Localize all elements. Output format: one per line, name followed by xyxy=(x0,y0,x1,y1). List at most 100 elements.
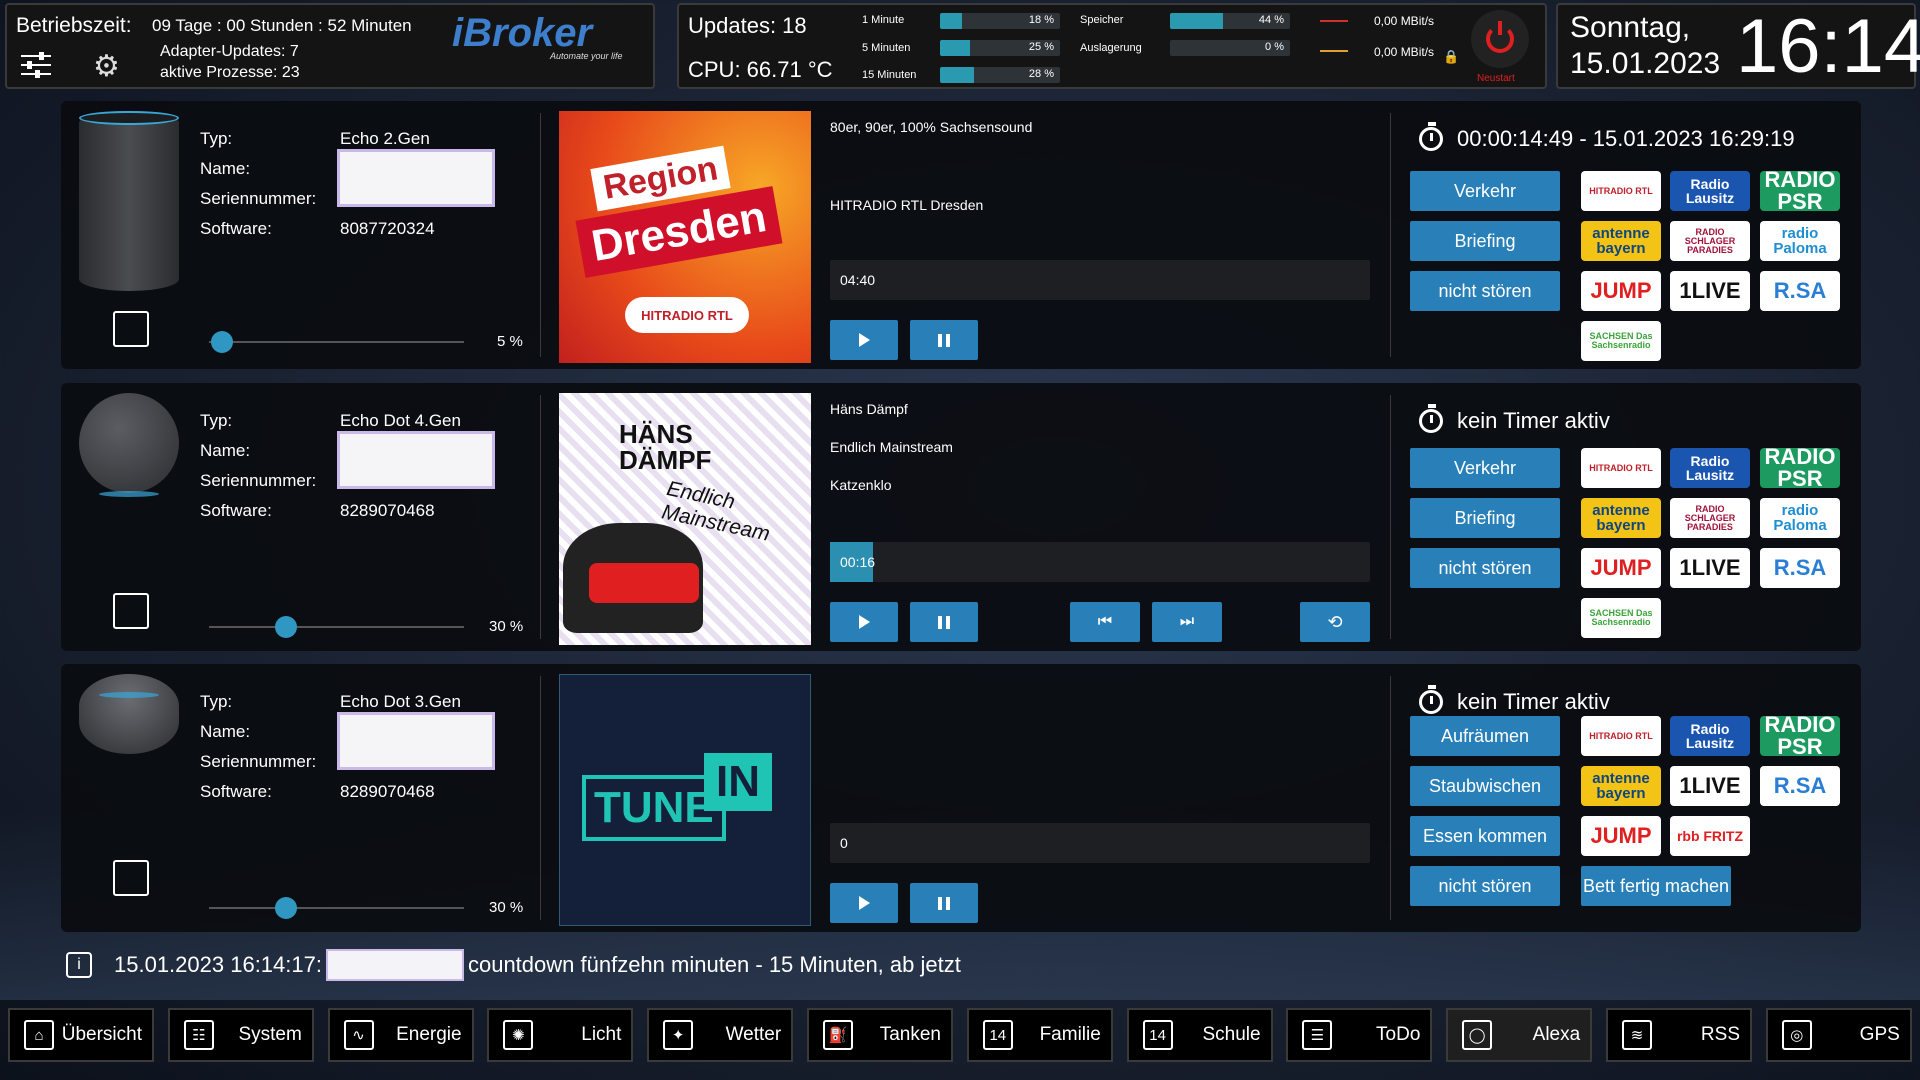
station-logo[interactable]: antenne bayern xyxy=(1581,498,1661,538)
playback-progress[interactable]: 04:40 xyxy=(830,260,1370,300)
play-button[interactable] xyxy=(830,883,898,923)
nav-todo[interactable]: ☰ ToDo xyxy=(1286,1008,1433,1062)
repeat-button[interactable]: ⟲ xyxy=(1300,602,1370,642)
nav-schule[interactable]: 14 Schule xyxy=(1126,1008,1273,1062)
routine-button[interactable]: nicht stören xyxy=(1410,548,1560,588)
pause-button[interactable] xyxy=(910,883,978,923)
station-logo[interactable]: antenne bayern xyxy=(1581,221,1661,261)
station-logo[interactable]: Radio Lausitz xyxy=(1670,448,1750,488)
pause-button[interactable] xyxy=(910,320,978,360)
nav-gps[interactable]: ◎ GPS xyxy=(1765,1008,1912,1062)
station-logo[interactable]: SACHSEN Das Sachsenradio xyxy=(1581,321,1661,361)
next-button[interactable]: ⏭ xyxy=(1152,602,1222,642)
station-logo[interactable]: HITRADIO RTL xyxy=(1581,448,1661,488)
nav-uebersicht[interactable]: ⌂ Übersicht xyxy=(8,1008,154,1062)
volume-value: 30 % xyxy=(489,899,524,916)
net-tx-value: 0,00 MBit/s xyxy=(1374,45,1435,59)
updates-count: Updates: 18 xyxy=(688,13,807,38)
echo-device-image xyxy=(79,111,179,291)
station-logo[interactable]: R.SA xyxy=(1760,548,1840,588)
net-rx-line xyxy=(1320,20,1348,22)
volume-slider[interactable] xyxy=(209,331,464,353)
station-logo[interactable]: JUMP xyxy=(1581,816,1661,856)
divider xyxy=(540,113,541,357)
routine-button[interactable]: nicht stören xyxy=(1410,866,1560,906)
nav-system[interactable]: ☷ System xyxy=(167,1008,314,1062)
label-name: Name: xyxy=(200,159,251,178)
station-logo[interactable]: RADIO PSR xyxy=(1760,171,1840,211)
routine-button[interactable]: Briefing xyxy=(1410,221,1560,261)
net-rx-value: 0,00 MBit/s xyxy=(1374,14,1435,28)
restart-button[interactable] xyxy=(1471,10,1529,68)
gear-icon[interactable]: ⚙ xyxy=(93,49,120,84)
nav-licht[interactable]: ✺ Licht xyxy=(487,1008,634,1062)
station-logo[interactable]: SACHSEN Das Sachsenradio xyxy=(1581,598,1661,638)
station-logo[interactable]: RADIO SCHLAGER PARADIES xyxy=(1670,498,1750,538)
routine-button[interactable]: Aufräumen xyxy=(1410,716,1560,756)
station-logo[interactable]: Radio Lausitz xyxy=(1670,716,1750,756)
sliders-icon[interactable] xyxy=(21,51,51,79)
nav-label: System xyxy=(238,1024,302,1045)
station-logo[interactable]: HITRADIO RTL xyxy=(1581,716,1661,756)
nav-tanken[interactable]: ⛽ Tanken xyxy=(807,1008,953,1062)
divider xyxy=(540,676,541,920)
masked-name xyxy=(325,949,464,981)
schule-icon: 14 xyxy=(1142,1020,1173,1050)
rss-icon: ≋ xyxy=(1622,1020,1652,1050)
station-logo[interactable]: antenne bayern xyxy=(1581,766,1661,806)
wetter-icon: ✦ xyxy=(663,1020,694,1050)
station-logo[interactable]: 1LIVE xyxy=(1670,548,1750,588)
volume-knob[interactable] xyxy=(210,331,233,353)
pause-button[interactable] xyxy=(910,602,978,642)
station-logo[interactable]: JUMP xyxy=(1581,271,1661,311)
cpu-temperature: CPU: 66.71 °C xyxy=(688,57,833,82)
divider xyxy=(1390,395,1391,639)
timer-display: 00:00:14:49 - 15.01.2023 16:29:19 xyxy=(1419,122,1795,152)
play-button[interactable] xyxy=(830,602,898,642)
station-logo[interactable]: radio Paloma xyxy=(1760,498,1840,538)
station-logo[interactable]: RADIO PSR xyxy=(1760,448,1840,488)
volume-slider[interactable] xyxy=(209,897,464,919)
memory-label: Speicher xyxy=(1080,14,1124,26)
station-logo[interactable]: RADIO SCHLAGER PARADIES xyxy=(1670,221,1750,261)
stopwatch-icon xyxy=(1419,404,1443,433)
nav-alexa[interactable]: ◯ Alexa xyxy=(1446,1008,1593,1062)
station-logo[interactable]: R.SA xyxy=(1760,271,1840,311)
routine-button[interactable]: nicht stören xyxy=(1410,271,1560,311)
nav-wetter[interactable]: ✦ Wetter xyxy=(647,1008,794,1062)
playback-progress[interactable]: 0 xyxy=(830,823,1370,863)
nav-familie[interactable]: 14 Familie xyxy=(966,1008,1113,1062)
routine-button-bett[interactable]: Bett fertig machen xyxy=(1581,866,1731,906)
nav-label: Tanken xyxy=(879,1024,941,1045)
status-timestamp: 15.01.2023 16:14:17: xyxy=(114,952,322,977)
station-logo[interactable]: rbb FRITZ xyxy=(1670,816,1750,856)
volume-knob[interactable] xyxy=(274,897,297,919)
station-logo[interactable]: Radio Lausitz xyxy=(1670,171,1750,211)
station-logo[interactable]: HITRADIO RTL xyxy=(1581,171,1661,211)
routine-button[interactable]: Staubwischen xyxy=(1410,766,1560,806)
nav-label: Familie xyxy=(1039,1024,1101,1045)
routine-button[interactable]: Briefing xyxy=(1410,498,1560,538)
clock-box: Sonntag, 15.01.2023 16:14 xyxy=(1556,3,1920,89)
station-logo[interactable]: 1LIVE xyxy=(1670,766,1750,806)
nav-rss[interactable]: ≋ RSS xyxy=(1606,1008,1752,1062)
nav-label: Alexa xyxy=(1532,1024,1581,1045)
station-logo[interactable]: radio Paloma xyxy=(1760,221,1840,261)
volume-slider[interactable] xyxy=(209,616,464,638)
volume-value: 30 % xyxy=(489,618,524,635)
routine-button[interactable]: Verkehr xyxy=(1410,448,1560,488)
lamp-icon xyxy=(113,593,149,629)
station-logo[interactable]: 1LIVE xyxy=(1670,271,1750,311)
routine-button[interactable]: Verkehr xyxy=(1410,171,1560,211)
system-icon: ☷ xyxy=(183,1020,214,1050)
nav-energie[interactable]: ∿ Energie xyxy=(327,1008,474,1062)
station-logo[interactable]: RADIO PSR xyxy=(1760,716,1840,756)
track-line-1: 80er, 90er, 100% Sachsensound xyxy=(830,119,1033,135)
routine-button[interactable]: Essen kommen xyxy=(1410,816,1560,856)
station-logo[interactable]: JUMP xyxy=(1581,548,1661,588)
playback-progress[interactable]: 00:16 xyxy=(830,542,1370,582)
previous-button[interactable]: ⏮ xyxy=(1070,602,1140,642)
play-button[interactable] xyxy=(830,320,898,360)
station-logo[interactable]: R.SA xyxy=(1760,766,1840,806)
volume-knob[interactable] xyxy=(274,616,297,638)
